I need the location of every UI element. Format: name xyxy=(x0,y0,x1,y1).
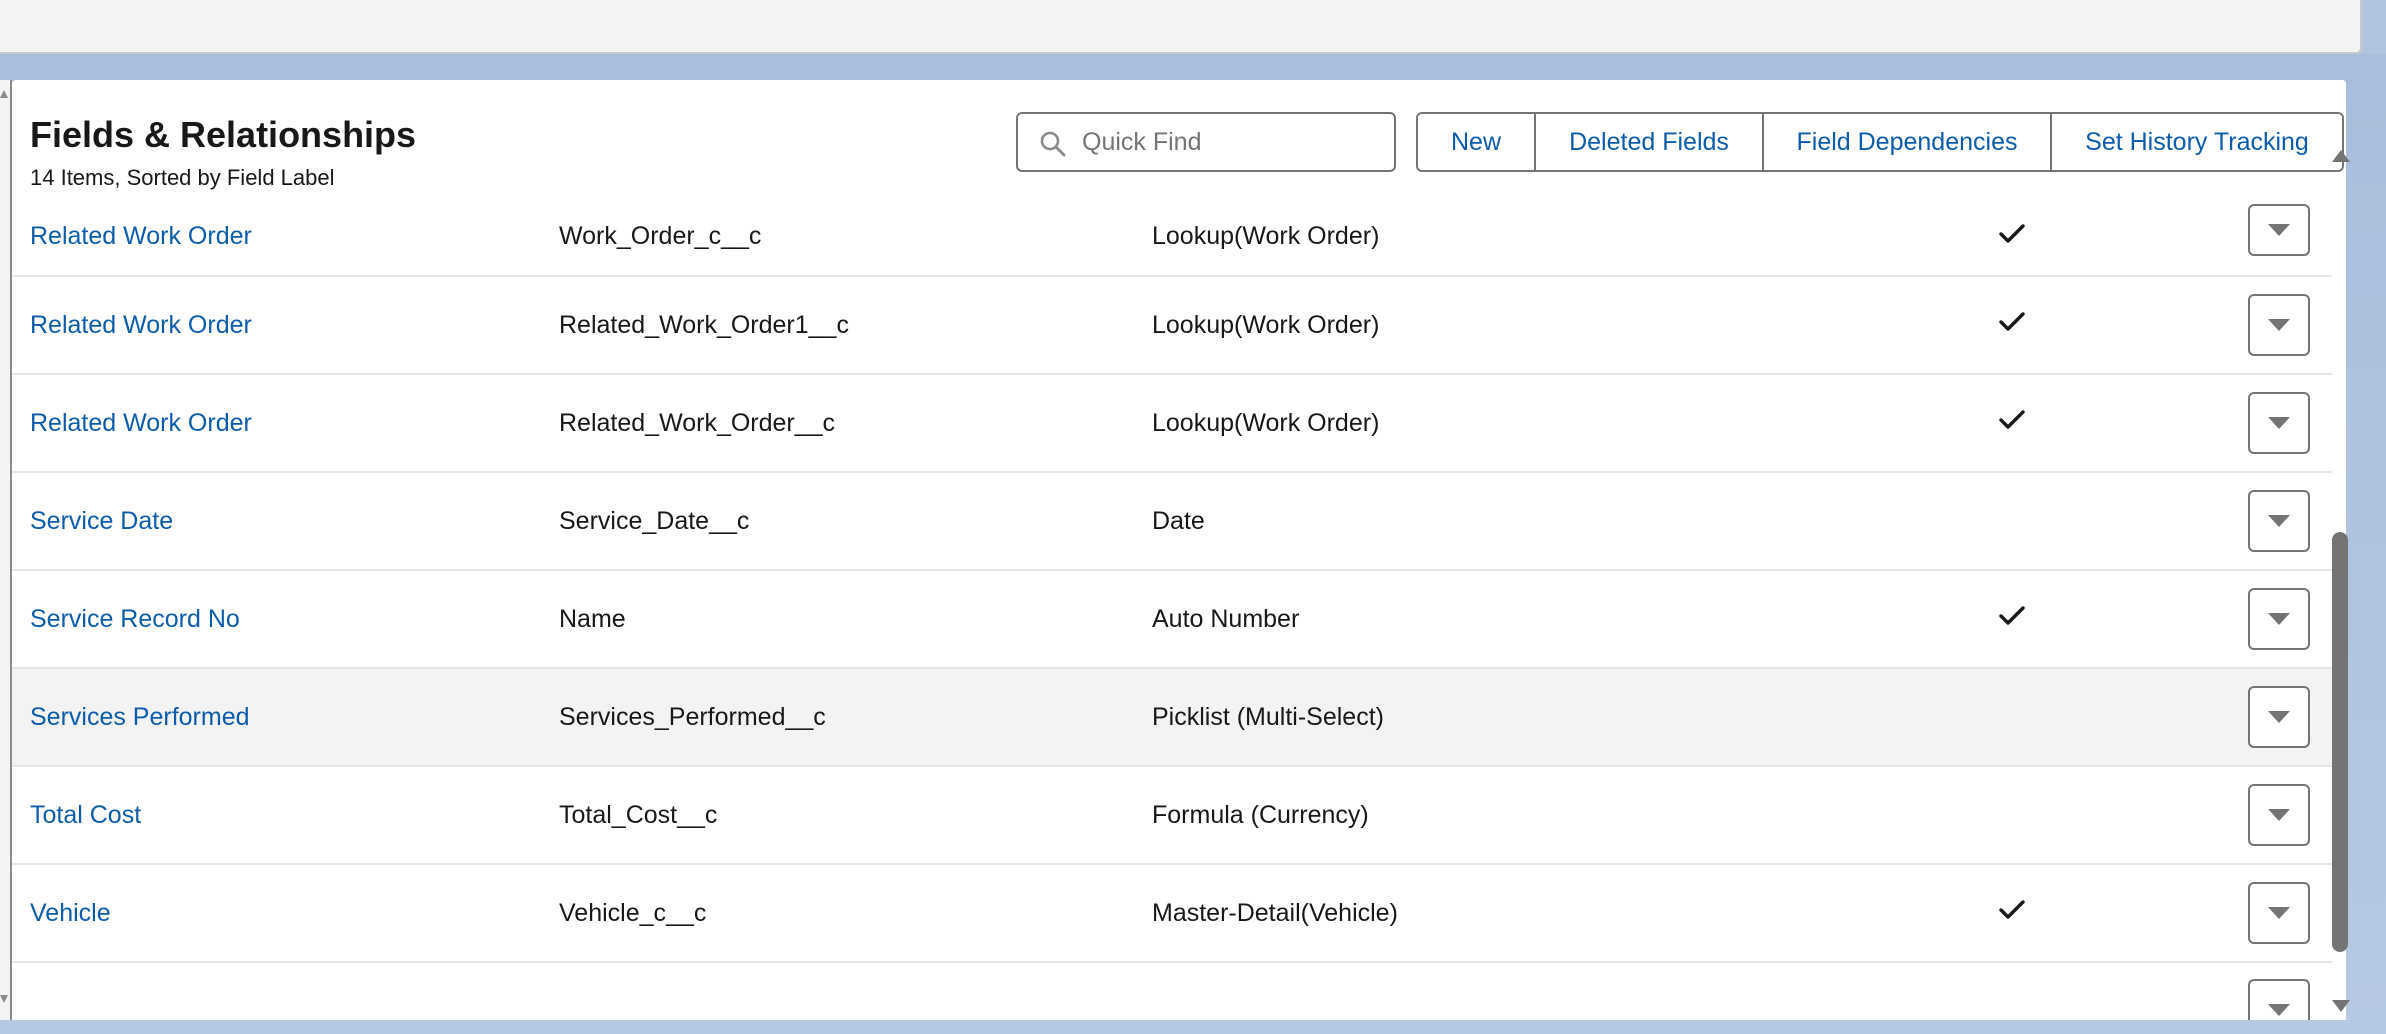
chevron-down-icon xyxy=(2268,224,2290,236)
field-api-name: Related_Work_Order1__c xyxy=(559,310,849,339)
scroll-down-icon[interactable] xyxy=(0,995,8,1003)
scroll-up-icon[interactable] xyxy=(0,90,8,98)
chevron-down-icon xyxy=(2268,319,2290,331)
field-data-type: Formula (Currency) xyxy=(1152,800,1369,829)
search-icon xyxy=(1040,131,1066,157)
quick-find[interactable] xyxy=(1016,112,1396,172)
row-menu-button[interactable] xyxy=(2248,686,2310,748)
field-api-name: Service_Date__c xyxy=(559,506,750,535)
row-menu-button[interactable] xyxy=(2248,204,2310,256)
field-dependencies-button[interactable]: Field Dependencies xyxy=(1762,114,2050,170)
field-label-link[interactable]: Related Work Order xyxy=(30,215,252,275)
row-menu-button[interactable] xyxy=(2248,882,2310,944)
header-actions: New Deleted Fields Field Dependencies Se… xyxy=(1416,112,2344,172)
row-action-cell xyxy=(2248,571,2310,667)
indexed-cell xyxy=(1992,865,2032,961)
field-label-link[interactable]: Total Cost xyxy=(30,767,141,863)
check-icon xyxy=(1998,604,2026,635)
page-title: Fields & Relationships xyxy=(30,114,417,155)
row-menu-button[interactable] xyxy=(2248,490,2310,552)
search-input[interactable] xyxy=(1082,114,1382,170)
check-icon xyxy=(1998,408,2026,439)
field-data-type: Master-Detail(Vehicle) xyxy=(1152,898,1398,927)
field-api-name: Name xyxy=(559,604,626,633)
field-data-type: Auto Number xyxy=(1152,604,1300,633)
field-api-name: Related_Work_Order__c xyxy=(559,408,836,437)
row-action-cell xyxy=(2248,865,2310,961)
chevron-down-icon xyxy=(2268,1004,2290,1016)
table-row: Related Work Order Related_Work_Order1__c… xyxy=(12,277,2332,375)
row-action-cell xyxy=(2248,669,2310,765)
indexed-cell xyxy=(1992,767,2032,863)
scrollbar-thumb[interactable] xyxy=(2332,532,2348,952)
field-label-link[interactable]: Services Performed xyxy=(30,669,250,765)
scroll-down-icon[interactable] xyxy=(2332,1000,2350,1012)
fields-table: Related Work Order Work_Order_c__c Lookup(… xyxy=(12,204,2332,1020)
table-row: Vehicle Vehicle_c__c Master-Detail(Vehicle… xyxy=(12,865,2332,963)
field-data-type: Lookup(Work Order) xyxy=(1152,408,1380,437)
table-row: Service Record No Name Auto Number xyxy=(12,571,2332,669)
row-menu-button[interactable] xyxy=(2248,392,2310,454)
card-header: Fields & Relationships 14 Items, Sorted … xyxy=(12,80,2346,215)
check-icon xyxy=(1998,310,2026,341)
field-api-name: Vehicle_c__c xyxy=(559,898,707,927)
row-menu-button[interactable] xyxy=(2248,294,2310,356)
field-api-name: Services_Performed__c xyxy=(559,702,826,731)
field-label-link[interactable]: Related Work Order xyxy=(30,277,252,373)
row-action-cell xyxy=(2248,375,2310,471)
new-button[interactable]: New xyxy=(1418,114,1534,170)
row-action-cell xyxy=(2248,963,2310,1020)
field-data-type: Picklist (Multi-Select) xyxy=(1152,702,1384,731)
item-count: 14 Items, Sorted by Field Label xyxy=(30,165,335,190)
scroll-up-icon[interactable] xyxy=(2332,150,2350,162)
set-history-tracking-button[interactable]: Set History Tracking xyxy=(2050,114,2342,170)
field-label-link[interactable]: Service Record No xyxy=(30,571,240,667)
check-icon xyxy=(1998,222,2026,253)
row-action-cell xyxy=(2248,204,2310,275)
check-icon xyxy=(1998,898,2026,929)
indexed-cell xyxy=(1992,669,2032,765)
row-menu-button[interactable] xyxy=(2248,784,2310,846)
field-data-type: Date xyxy=(1152,506,1205,535)
field-label-link[interactable]: Vehicle xyxy=(30,865,111,961)
field-label-link[interactable]: Service Date xyxy=(30,473,173,569)
row-menu-button[interactable] xyxy=(2248,588,2310,650)
chevron-down-icon xyxy=(2268,613,2290,625)
deleted-fields-button[interactable]: Deleted Fields xyxy=(1534,114,1762,170)
top-bar xyxy=(0,0,2362,54)
field-api-name: Work_Order_c__c xyxy=(559,222,762,250)
field-data-type: Lookup(Work Order) xyxy=(1152,310,1380,339)
table-row: Services Performed Services_Performed__c P… xyxy=(12,669,2332,767)
row-action-cell xyxy=(2248,767,2310,863)
fields-card: Fields & Relationships 14 Items, Sorted … xyxy=(12,80,2346,1020)
chevron-down-icon xyxy=(2268,417,2290,429)
table-row: Service Date Service_Date__c Date xyxy=(12,473,2332,571)
indexed-cell xyxy=(1992,571,2032,667)
indexed-cell xyxy=(1992,215,2032,275)
chevron-down-icon xyxy=(2268,809,2290,821)
row-action-cell xyxy=(2248,473,2310,569)
chevron-down-icon xyxy=(2268,907,2290,919)
table-row: Related Work Order Related_Work_Order__c L… xyxy=(12,375,2332,473)
indexed-cell xyxy=(1992,473,2032,569)
table-row: Related Work Order Work_Order_c__c Lookup(… xyxy=(12,204,2332,277)
field-data-type: Lookup(Work Order) xyxy=(1152,222,1380,250)
field-label-link[interactable]: Related Work Order xyxy=(30,375,252,471)
chevron-down-icon xyxy=(2268,711,2290,723)
indexed-cell xyxy=(1992,375,2032,471)
table-row: Total Cost Total_Cost__c Formula (Currency… xyxy=(12,767,2332,865)
row-action-cell xyxy=(2248,277,2310,373)
chevron-down-icon xyxy=(2268,515,2290,527)
left-scroll-frame xyxy=(0,80,12,1020)
field-api-name: Total_Cost__c xyxy=(559,800,718,829)
table-row xyxy=(12,963,2332,1020)
indexed-cell xyxy=(1992,277,2032,373)
row-menu-button[interactable] xyxy=(2248,979,2310,1020)
